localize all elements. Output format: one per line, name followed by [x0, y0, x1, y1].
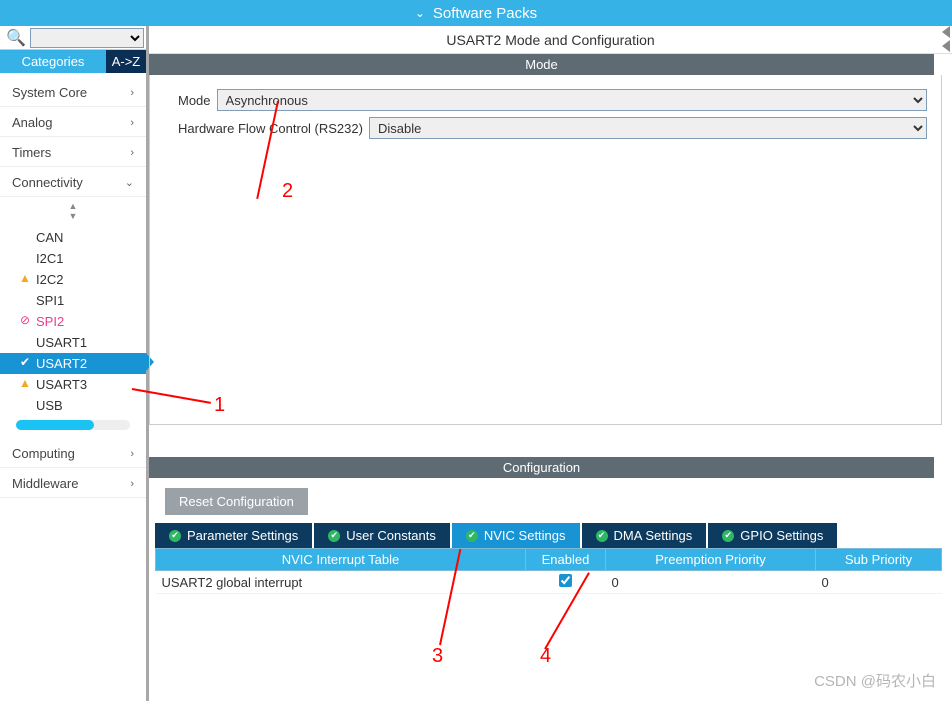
hw-flow-label: Hardware Flow Control (RS232)	[178, 121, 369, 136]
col-preempt: Preemption Priority	[606, 549, 816, 571]
sidebar-scroll[interactable]	[16, 420, 130, 430]
categories-sidebar: 🔍 Categories A->Z System Core › Analog ›…	[0, 26, 149, 701]
sidebar-item-label: Analog	[12, 115, 52, 130]
sidebar-item-analog[interactable]: Analog ›	[0, 107, 146, 137]
check-icon: ✔	[596, 530, 608, 542]
sidebar-item-spi1[interactable]: SPI1	[0, 290, 146, 311]
check-icon: ✔	[169, 530, 181, 542]
software-packs-bar[interactable]: ⌄ Software Packs	[0, 0, 952, 26]
main-panel: USART2 Mode and Configuration Mode Mode …	[149, 26, 952, 701]
sidebar-item-connectivity[interactable]: Connectivity ⌄	[0, 167, 146, 197]
sidebar-item-usart3[interactable]: ▲USART3	[0, 374, 146, 395]
check-icon: ✔	[722, 530, 734, 542]
warning-icon: ▲	[18, 375, 32, 392]
mode-section: Mode Asynchronous Hardware Flow Control …	[149, 75, 942, 425]
sidebar-item-system-core[interactable]: System Core ›	[0, 77, 146, 107]
sidebar-item-spi2[interactable]: ⊘SPI2	[0, 311, 146, 332]
sidebar-item-label: Timers	[12, 145, 51, 160]
mode-header: Mode	[149, 54, 934, 75]
chevron-right-icon: ›	[130, 147, 134, 159]
sidebar-item-label: Computing	[12, 446, 75, 461]
sidebar-item-computing[interactable]: Computing ›	[0, 438, 146, 468]
sidebar-item-label: Connectivity	[12, 175, 83, 190]
sidebar-item-usart2[interactable]: ✔USART2	[0, 353, 146, 374]
chevron-right-icon: ›	[130, 117, 134, 129]
tab-user-constants[interactable]: ✔User Constants	[314, 523, 450, 548]
scroll-thumb[interactable]	[16, 420, 94, 430]
chevron-down-icon: ⌄	[125, 176, 134, 189]
sidebar-item-can[interactable]: CAN	[0, 227, 146, 248]
mode-label: Mode	[178, 93, 217, 108]
forbidden-icon: ⊘	[18, 312, 32, 329]
tab-categories[interactable]: Categories	[0, 50, 106, 73]
chevron-down-icon: ⌄	[415, 6, 425, 20]
sidebar-item-timers[interactable]: Timers ›	[0, 137, 146, 167]
scroll-indicator-icon: ▲▼	[0, 199, 146, 227]
search-select[interactable]	[30, 28, 144, 48]
sidebar-item-i2c1[interactable]: I2C1	[0, 248, 146, 269]
nvic-table: NVIC Interrupt Table Enabled Preemption …	[155, 548, 942, 594]
tab-gpio-settings[interactable]: ✔GPIO Settings	[708, 523, 837, 548]
search-icon[interactable]: 🔍	[2, 28, 30, 48]
sidebar-item-i2c2[interactable]: ▲I2C2	[0, 269, 146, 290]
col-enabled: Enabled	[526, 549, 606, 571]
chevron-right-icon: ›	[130, 448, 134, 460]
col-interrupt-table: NVIC Interrupt Table	[156, 549, 526, 571]
reset-configuration-button[interactable]: Reset Configuration	[165, 488, 308, 515]
row-interrupt-name: USART2 global interrupt	[156, 571, 526, 594]
chevron-right-icon: ›	[130, 87, 134, 99]
col-subpriority: Sub Priority	[816, 549, 942, 571]
sidebar-item-label: System Core	[12, 85, 87, 100]
sidebar-item-usart1[interactable]: USART1	[0, 332, 146, 353]
tab-az[interactable]: A->Z	[106, 50, 146, 73]
check-icon: ✔	[466, 530, 478, 542]
mode-select[interactable]: Asynchronous	[217, 89, 927, 111]
sidebar-item-usb[interactable]: USB	[0, 395, 146, 416]
tab-dma-settings[interactable]: ✔DMA Settings	[582, 523, 707, 548]
row-preempt[interactable]: 0	[606, 571, 816, 594]
configuration-header: Configuration	[149, 457, 934, 478]
sidebar-item-middleware[interactable]: Middleware ›	[0, 468, 146, 498]
tab-parameter-settings[interactable]: ✔Parameter Settings	[155, 523, 312, 548]
check-icon: ✔	[18, 354, 32, 371]
table-row[interactable]: USART2 global interrupt 0 0	[156, 571, 942, 594]
warning-icon: ▲	[18, 270, 32, 287]
page-title: USART2 Mode and Configuration	[149, 26, 952, 54]
row-subpriority[interactable]: 0	[816, 571, 942, 594]
hw-flow-select[interactable]: Disable	[369, 117, 927, 139]
enabled-checkbox[interactable]	[559, 574, 572, 587]
sidebar-item-label: Middleware	[12, 476, 78, 491]
tab-nvic-settings[interactable]: ✔NVIC Settings	[452, 523, 580, 548]
chevron-right-icon: ›	[130, 478, 134, 490]
check-icon: ✔	[328, 530, 340, 542]
software-packs-label: Software Packs	[433, 5, 537, 22]
